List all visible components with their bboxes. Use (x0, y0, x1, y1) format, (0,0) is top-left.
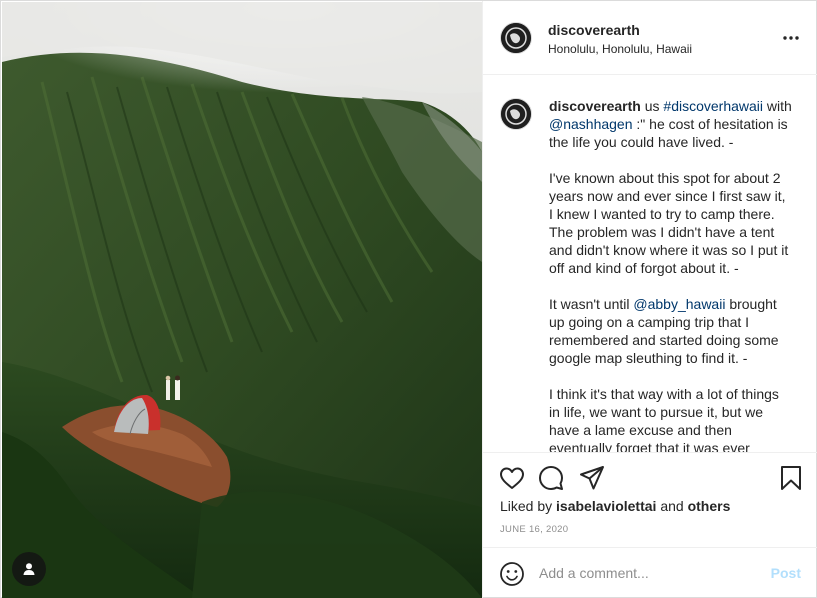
caption-text: with (763, 98, 792, 114)
post-actions: Liked by isabelaviolettai and others JUN… (483, 452, 817, 547)
globe-logo-icon (501, 99, 531, 129)
heart-icon (500, 467, 524, 489)
post-caption: discoverearth us #discoverhawaii with @n… (549, 97, 793, 452)
add-comment-bar: Post (483, 547, 817, 598)
more-options-icon (783, 36, 799, 40)
mention-link[interactable]: @abby_hawaii (633, 296, 725, 312)
comment-input[interactable] (539, 561, 759, 585)
globe-logo-icon (501, 23, 531, 53)
hashtag-link[interactable]: #discoverhawaii (663, 98, 763, 114)
emoji-icon (500, 562, 524, 586)
caption-text: us (640, 98, 664, 114)
caption-area[interactable]: discoverearth us #discoverhawaii with @n… (483, 76, 817, 452)
bookmark-icon (781, 466, 801, 490)
post-side-panel: discoverearth Honolulu, Honolulu, Hawaii (482, 1, 817, 598)
post-author-username[interactable]: discoverearth (548, 22, 640, 38)
mountain-photo (2, 2, 482, 598)
mention-link[interactable]: @nashhagen (549, 116, 633, 132)
likes-prefix: Liked by (500, 498, 557, 514)
likes-summary: Liked by isabelaviolettai and others (500, 498, 730, 514)
post-comment-button[interactable]: Post (771, 565, 801, 581)
avatar[interactable] (500, 22, 532, 54)
avatar[interactable] (500, 98, 532, 130)
emoji-button[interactable] (499, 561, 525, 587)
save-button[interactable] (777, 464, 805, 492)
share-icon (580, 466, 604, 490)
like-button[interactable] (498, 464, 526, 492)
tag-user-icon (23, 563, 35, 575)
caption-username[interactable]: discoverearth (549, 98, 641, 114)
tagged-users-button[interactable] (12, 552, 46, 586)
post-header: discoverearth Honolulu, Honolulu, Hawaii (483, 1, 817, 75)
caption-text: It wasn't until (549, 296, 634, 312)
post-photo[interactable] (2, 2, 482, 598)
share-button[interactable] (578, 464, 606, 492)
more-options-button[interactable] (780, 29, 802, 47)
caption-paragraph: I think it's that way with a lot of thin… (549, 386, 779, 452)
comment-button[interactable] (537, 464, 565, 492)
caption-paragraph: It wasn't until @abby_hawaii brought up … (549, 295, 793, 367)
liked-by-others-link[interactable]: others (688, 498, 731, 514)
caption-paragraph: I've known about this spot for about 2 y… (549, 170, 789, 276)
instagram-post: discoverearth Honolulu, Honolulu, Hawaii (0, 0, 817, 598)
comment-icon (539, 466, 563, 490)
caption-paragraph: discoverearth us #discoverhawaii with @n… (549, 97, 793, 151)
liked-by-user-link[interactable]: isabelaviolettai (556, 498, 656, 514)
post-date[interactable]: JUNE 16, 2020 (500, 524, 568, 535)
likes-middle: and (656, 498, 688, 514)
post-location[interactable]: Honolulu, Honolulu, Hawaii (548, 42, 692, 56)
